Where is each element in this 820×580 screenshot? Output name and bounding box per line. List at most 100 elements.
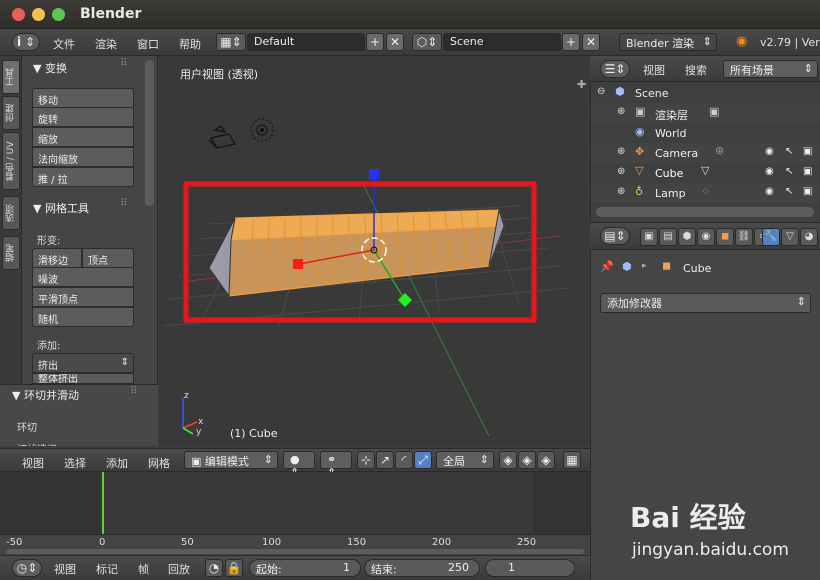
translate-button[interactable]: 移动 bbox=[32, 88, 134, 108]
extrude-menu[interactable]: 挤出 ⇕ bbox=[32, 353, 134, 373]
visibility-eye-icon[interactable]: ◉ bbox=[765, 146, 774, 157]
panel-grip-icon[interactable]: ⠿ bbox=[130, 386, 137, 397]
pin-icon[interactable]: 📌 bbox=[600, 260, 614, 273]
properties-editor-icon[interactable]: ▤⇕ bbox=[600, 227, 630, 245]
mesh-data-tab-icon[interactable]: ▽ bbox=[781, 228, 799, 246]
expand-icon[interactable]: ⊕ bbox=[617, 146, 625, 157]
visibility-eye-icon[interactable]: ◉ bbox=[765, 166, 774, 177]
menu-render[interactable]: 渲染 bbox=[95, 36, 117, 52]
add-scene-button[interactable]: + bbox=[562, 33, 580, 51]
screen-layout-field[interactable]: Default bbox=[247, 33, 365, 51]
constraints-tab-icon[interactable]: ⛓ bbox=[735, 228, 753, 246]
world-tab-icon[interactable]: ◉ bbox=[697, 228, 715, 246]
viewport-shading-select[interactable]: ● ⇕ bbox=[283, 451, 315, 479]
menu-mesh[interactable]: 网格 bbox=[148, 455, 170, 471]
slide-vertex-button[interactable]: 顶点 bbox=[82, 248, 134, 268]
visibility-eye-icon[interactable]: ◉ bbox=[765, 186, 774, 197]
render-engine-select[interactable]: Blender 渲染 ⇕ bbox=[619, 33, 717, 51]
extrude-individual-button[interactable]: 整体挤出 bbox=[32, 373, 134, 384]
viewport-corner-handle[interactable] bbox=[582, 58, 590, 68]
scene-tab-icon[interactable]: ⬢ bbox=[678, 228, 696, 246]
menu-view[interactable]: 视图 bbox=[54, 561, 76, 577]
outliner-editor-icon[interactable]: ☰⇕ bbox=[600, 60, 630, 78]
maximize-window-button[interactable] bbox=[52, 8, 65, 21]
menu-marker[interactable]: 标记 bbox=[96, 561, 118, 577]
tab-grease-pencil[interactable]: 蜡笔 bbox=[2, 236, 20, 270]
rotate-button[interactable]: 旋转 bbox=[32, 107, 134, 127]
mesh-tools-panel-header[interactable]: ▼ 网格工具 bbox=[33, 200, 89, 216]
display-mode-select[interactable]: 所有场景 ⇕ bbox=[723, 60, 818, 78]
selectable-cursor-icon[interactable]: ↖ bbox=[785, 186, 793, 197]
screen-layout-icon[interactable]: ▦⇕ bbox=[216, 33, 246, 51]
add-region-plus-icon[interactable]: ✚ bbox=[577, 78, 586, 91]
clock-icon[interactable]: ◷⇕ bbox=[12, 559, 42, 577]
add-modifier-select[interactable]: 添加修改器 ⇕ bbox=[600, 293, 811, 313]
edge-select-icon[interactable]: ◈ bbox=[518, 451, 536, 469]
outliner-row-render-layers[interactable]: ⊕ ▣ 渲染层 ▣ bbox=[591, 103, 820, 123]
range-toggle-icon[interactable]: ◔ bbox=[205, 559, 223, 577]
menu-search[interactable]: 搜索 bbox=[685, 62, 707, 78]
scene-field[interactable]: Scene bbox=[443, 33, 561, 51]
material-tab-icon[interactable]: ◕ bbox=[800, 228, 818, 246]
manipulator-toggle-icon[interactable]: ⊹ bbox=[357, 451, 375, 469]
menu-view[interactable]: 视图 bbox=[22, 455, 44, 471]
panel-grip-icon[interactable]: ⠿ bbox=[120, 58, 127, 69]
smooth-vertex-button[interactable]: 平滑顶点 bbox=[32, 287, 134, 307]
timeline-scrollbar[interactable] bbox=[6, 549, 584, 554]
shrink-fatten-button[interactable]: 法向缩放 bbox=[32, 147, 134, 167]
tab-options[interactable]: 选项 bbox=[2, 196, 20, 230]
menu-help[interactable]: 帮助 bbox=[179, 36, 201, 52]
tab-tools[interactable]: 工具 bbox=[2, 60, 20, 94]
3d-viewport[interactable] bbox=[159, 56, 590, 446]
collapse-icon[interactable]: ⊖ bbox=[597, 86, 605, 97]
pivot-point-select[interactable]: ⚭ ⇕ bbox=[320, 451, 352, 479]
modifiers-tab-icon[interactable]: 🔧 bbox=[762, 228, 780, 246]
timeline-editor[interactable]: -50 0 50 100 150 200 250 bbox=[0, 472, 590, 555]
menu-window[interactable]: 窗口 bbox=[137, 36, 159, 52]
render-camera-icon[interactable]: ▣ bbox=[803, 166, 812, 177]
face-select-icon[interactable]: ◈ bbox=[537, 451, 555, 469]
mode-select[interactable]: ▣ 编辑模式 ⇕ bbox=[184, 451, 278, 469]
add-layout-button[interactable]: + bbox=[366, 33, 384, 51]
remove-scene-button[interactable]: ✕ bbox=[582, 33, 600, 51]
render-tab-icon[interactable]: ▣ bbox=[640, 228, 658, 246]
expand-icon[interactable]: ⊕ bbox=[617, 166, 625, 177]
close-window-button[interactable] bbox=[12, 8, 25, 21]
slide-edge-button[interactable]: 滑移边 bbox=[32, 248, 82, 268]
tool-shelf-scrollbar[interactable] bbox=[145, 60, 154, 206]
push-pull-button[interactable]: 推 / 拉 bbox=[32, 167, 134, 187]
menu-playback[interactable]: 回放 bbox=[168, 561, 190, 577]
timeline-playhead[interactable] bbox=[102, 472, 104, 534]
noise-button[interactable]: 噪波 bbox=[32, 267, 134, 287]
scale-button[interactable]: 缩放 bbox=[32, 127, 134, 147]
randomize-button[interactable]: 随机 bbox=[32, 307, 134, 327]
header-grip[interactable] bbox=[12, 452, 16, 470]
render-camera-icon[interactable]: ▣ bbox=[803, 146, 812, 157]
outliner-row-camera[interactable]: ⊕ ✥ Camera ⊛ ◉ ↖ ▣ bbox=[591, 143, 820, 163]
scene-selector-icon[interactable]: ⬡⇕ bbox=[412, 33, 442, 51]
transform-panel-header[interactable]: ▼ 变换 bbox=[33, 60, 67, 76]
editor-type-selector[interactable]: i ⇕ bbox=[12, 33, 40, 51]
transform-orientation-select[interactable]: 全局 ⇕ bbox=[436, 451, 494, 469]
translate-manipulator-icon[interactable]: ↗ bbox=[376, 451, 394, 469]
menu-frame[interactable]: 帧 bbox=[138, 561, 149, 577]
menu-file[interactable]: 文件 bbox=[53, 36, 75, 52]
render-layers-tab-icon[interactable]: ▤ bbox=[659, 228, 677, 246]
menu-view[interactable]: 视图 bbox=[643, 62, 665, 78]
selectable-cursor-icon[interactable]: ↖ bbox=[785, 146, 793, 157]
vertex-select-icon[interactable]: ◈ bbox=[499, 451, 517, 469]
expand-icon[interactable]: ⊕ bbox=[617, 106, 625, 117]
limit-selection-icon[interactable]: ▦ bbox=[563, 451, 581, 469]
panel-grip-icon[interactable]: ⠿ bbox=[120, 198, 127, 209]
menu-select[interactable]: 选择 bbox=[64, 455, 86, 471]
selectable-cursor-icon[interactable]: ↖ bbox=[785, 166, 793, 177]
scale-manipulator-icon[interactable]: ⤢ bbox=[414, 451, 432, 469]
outliner-row-world[interactable]: ◉ World bbox=[591, 123, 820, 143]
outliner-row-cube[interactable]: ⊕ ▽ Cube ▽ ◉ ↖ ▣ bbox=[591, 163, 820, 183]
outliner-scrollbar[interactable] bbox=[596, 207, 814, 217]
object-tab-icon[interactable]: ◼ bbox=[716, 228, 734, 246]
tab-shading-uv[interactable]: 着色 / UV bbox=[2, 132, 20, 190]
start-frame-field[interactable]: 起始: 1 bbox=[249, 559, 361, 577]
expand-icon[interactable]: ⊕ bbox=[617, 186, 625, 197]
minimize-window-button[interactable] bbox=[32, 8, 45, 21]
